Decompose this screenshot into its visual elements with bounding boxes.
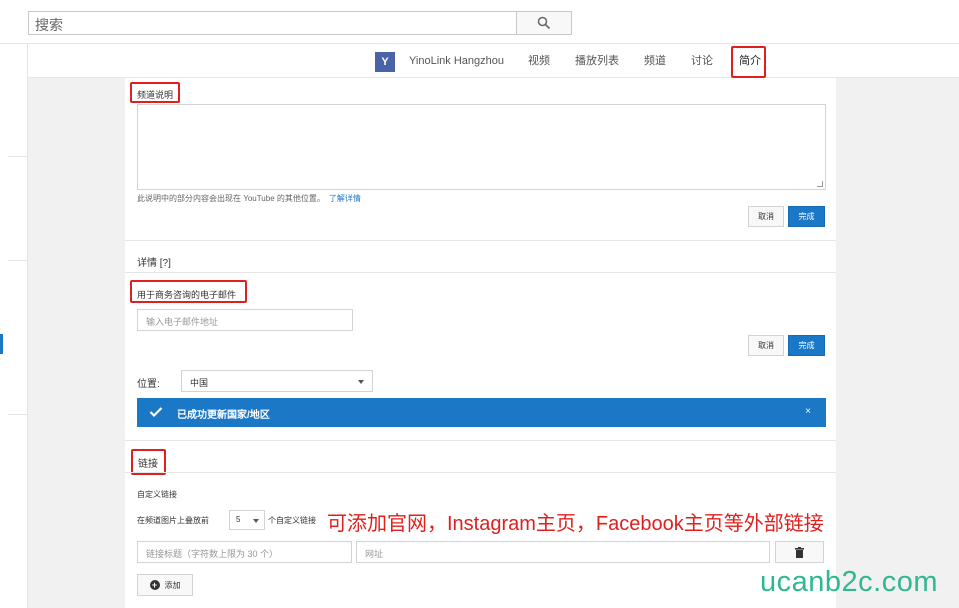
sidebar-active-indicator	[0, 334, 3, 354]
search-button[interactable]	[516, 11, 572, 35]
checkmark-icon	[149, 407, 163, 418]
details-cancel-button[interactable]: 取消	[748, 335, 784, 356]
location-label: 位置:	[137, 379, 160, 390]
tab-videos[interactable]: 视频	[528, 44, 550, 78]
highlight-box-description	[130, 82, 180, 103]
overlay-suffix-text: 个自定义链接	[268, 516, 316, 525]
sidebar-divider	[8, 260, 28, 261]
channel-name[interactable]: YinoLink Hangzhou	[409, 44, 504, 78]
section-divider	[125, 240, 836, 241]
search-input[interactable]: 搜索	[28, 11, 517, 35]
section-divider	[125, 472, 836, 473]
custom-links-label: 自定义链接	[137, 490, 177, 499]
chevron-down-icon	[253, 519, 259, 523]
success-alert: 已成功更新国家/地区 ×	[137, 398, 826, 427]
channel-avatar[interactable]: Y	[375, 52, 395, 72]
tab-playlists[interactable]: 播放列表	[575, 44, 619, 78]
details-done-button[interactable]: 完成	[788, 335, 825, 356]
tab-channels[interactable]: 频道	[644, 44, 666, 78]
section-divider	[125, 440, 836, 441]
close-icon[interactable]: ×	[805, 406, 811, 417]
description-textarea[interactable]	[137, 104, 826, 190]
add-link-label: 添加	[164, 580, 181, 590]
details-title: 详情 [?]	[137, 258, 171, 269]
country-select[interactable]: 中国	[181, 370, 373, 392]
resize-handle-icon[interactable]	[817, 181, 823, 187]
watermark: ucanb2c.com	[760, 566, 938, 598]
success-message: 已成功更新国家/地区	[177, 410, 270, 421]
email-field[interactable]: 输入电子邮件地址	[137, 309, 353, 331]
description-hint: 此说明中的部分内容会出现在 YouTube 的其他位置。 了解详情	[137, 193, 361, 204]
overlay-prefix-text: 在频道图片上叠放前	[137, 516, 209, 525]
trash-icon	[795, 546, 804, 558]
highlight-box-email	[130, 280, 247, 303]
search-icon	[537, 16, 551, 30]
link-url-field[interactable]: 网址	[356, 541, 770, 563]
channel-nav: Y YinoLink Hangzhou 视频 播放列表 频道 讨论 简介	[28, 44, 959, 78]
description-hint-text: 此说明中的部分内容会出现在 YouTube 的其他位置。	[137, 194, 325, 203]
learn-more-link[interactable]: 了解详情	[329, 194, 361, 203]
overlay-count-value: 5	[236, 515, 241, 524]
description-cancel-button[interactable]: 取消	[748, 206, 784, 227]
delete-link-button[interactable]	[775, 541, 824, 563]
highlight-box-about	[731, 46, 766, 78]
section-divider	[125, 272, 836, 273]
overlay-count-select[interactable]: 5	[229, 510, 265, 530]
add-circle-icon: +	[149, 580, 160, 590]
annotation-text: 可添加官网，Instagram主页，Facebook主页等外部链接	[327, 513, 824, 535]
country-value: 中国	[190, 378, 209, 388]
left-sidebar	[0, 44, 28, 608]
chevron-down-icon	[358, 380, 364, 384]
link-title-field[interactable]: 链接标题（字符数上限为 30 个）	[137, 541, 352, 563]
description-done-button[interactable]: 完成	[788, 206, 825, 227]
sidebar-divider	[8, 414, 28, 415]
add-link-button[interactable]: + 添加	[137, 574, 193, 596]
top-bar: 搜索	[0, 0, 959, 44]
tab-discussion[interactable]: 讨论	[691, 44, 713, 78]
sidebar-divider	[8, 156, 28, 157]
